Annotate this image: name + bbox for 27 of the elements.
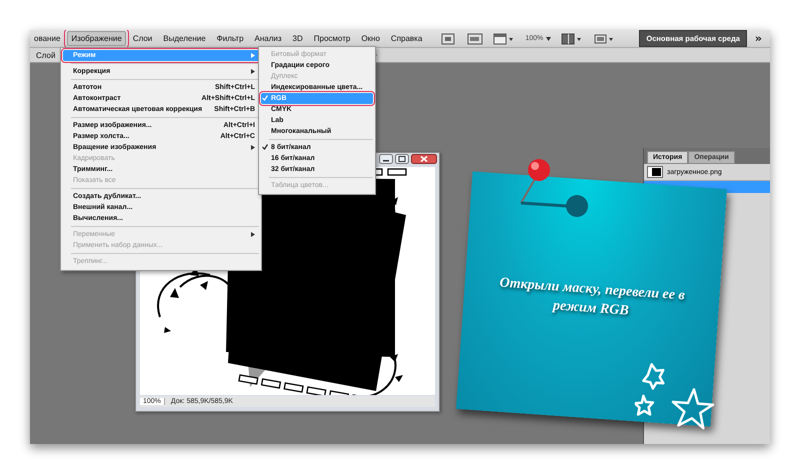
menu-bar-item[interactable]: Слои [128,31,156,46]
close-button[interactable] [411,154,437,164]
image-thumbnail-icon [647,166,663,178]
arrange-documents-icon[interactable] [561,32,584,44]
more-workspaces-button[interactable]: » [746,34,770,44]
screen-mode-icon[interactable] [593,32,616,44]
submenu-arrow-icon [251,232,255,237]
maximize-button[interactable] [395,154,409,164]
menu-bar-item[interactable]: Просмотр [310,31,354,46]
menu-bar-item[interactable]: 3D [288,31,307,46]
submenu-arrow-icon [251,69,255,74]
view-extras-icon[interactable] [493,32,516,44]
menu-bar-item[interactable]: Выделение [159,31,210,46]
bridge-icon[interactable] [441,32,458,44]
menu-bar-item[interactable]: Окно [357,31,384,46]
menu-bar-item[interactable]: ование [30,31,64,46]
submenu-arrow-icon [251,53,255,58]
menu-bar-item[interactable]: Анализ [250,31,286,46]
mini-bridge-icon[interactable] [467,32,484,44]
caret-icon[interactable] [546,36,552,40]
menu-bar-item[interactable]: Изображение [67,31,126,46]
tool-preset-label[interactable]: Слой [34,50,58,60]
menu-bar-item[interactable]: Справка [386,31,426,46]
menu-bar-item[interactable]: Фильтр [212,31,248,46]
note-text: Открыли маску, перевели ее в режим RGB [498,274,686,321]
submenu-arrow-icon [251,145,255,150]
minimize-button[interactable] [379,154,393,164]
